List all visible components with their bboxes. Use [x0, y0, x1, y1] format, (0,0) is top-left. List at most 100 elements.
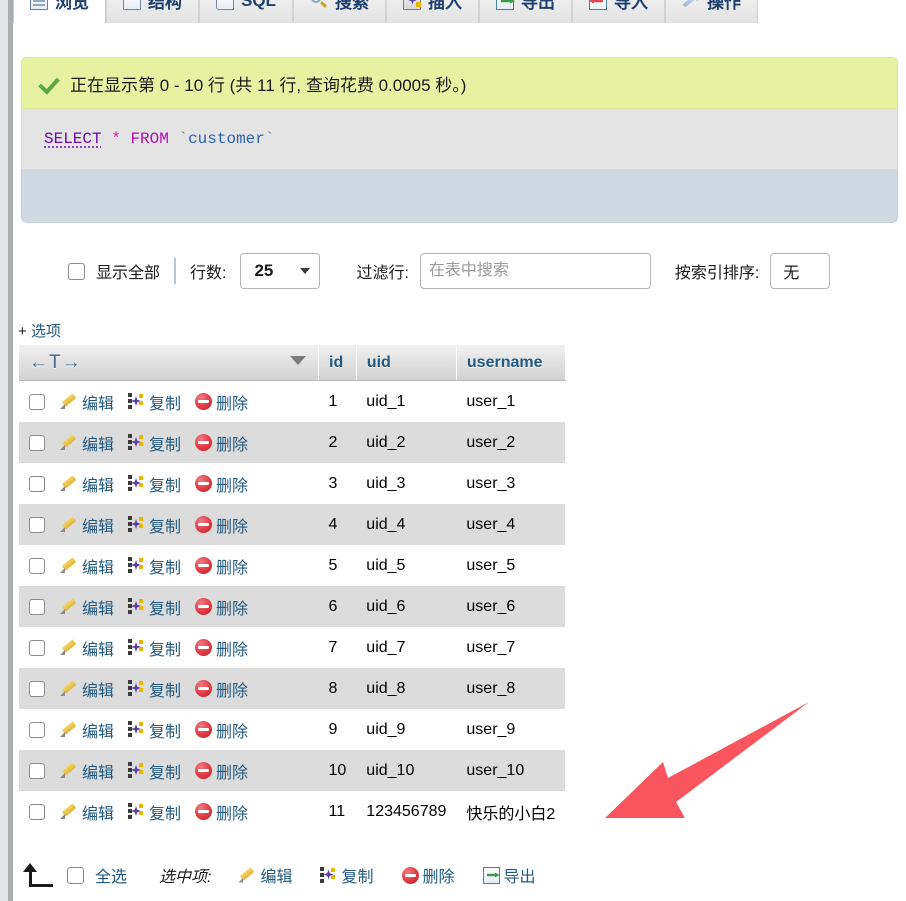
bulk-export-button[interactable]: 导出: [482, 863, 536, 887]
tab-import[interactable]: 导入: [571, 0, 665, 23]
select-all-checkbox[interactable]: [67, 866, 84, 884]
tab-sql[interactable]: SQL: [199, 0, 293, 23]
options-toggle-link[interactable]: + 选项: [18, 320, 61, 341]
cell-username[interactable]: user_7: [456, 627, 566, 668]
cell-username[interactable]: user_8: [456, 668, 566, 709]
cell-uid[interactable]: uid_2: [356, 422, 457, 463]
column-header-id[interactable]: id: [318, 345, 357, 381]
row-select-checkbox[interactable]: [29, 393, 45, 410]
row-delete-button[interactable]: 删除: [195, 595, 248, 619]
row-delete-button[interactable]: 删除: [195, 431, 248, 455]
row-select-checkbox[interactable]: [29, 721, 45, 738]
cell-username[interactable]: 快乐的小白2: [456, 791, 566, 832]
row-copy-button[interactable]: 复制: [128, 636, 181, 660]
cell-id[interactable]: 9: [318, 709, 357, 750]
sql-query-box[interactable]: SELECT * FROM `customer`: [21, 109, 898, 169]
cell-username[interactable]: user_1: [456, 380, 566, 422]
row-navigation-arrows[interactable]: ← T →: [29, 352, 308, 374]
row-select-checkbox[interactable]: [29, 598, 45, 615]
row-edit-button[interactable]: 编辑: [61, 800, 114, 824]
row-delete-button[interactable]: 删除: [195, 554, 248, 578]
row-edit-button[interactable]: 编辑: [61, 759, 114, 783]
row-copy-button[interactable]: 复制: [128, 513, 181, 537]
header-dropdown-caret-icon[interactable]: [290, 356, 306, 365]
cell-uid[interactable]: uid_10: [356, 750, 457, 791]
row-select-checkbox[interactable]: [29, 516, 45, 533]
cell-username[interactable]: user_5: [456, 545, 566, 586]
show-all-label[interactable]: 显示全部: [96, 259, 160, 283]
cell-id[interactable]: 3: [318, 463, 357, 504]
cell-id[interactable]: 1: [318, 380, 357, 422]
row-select-checkbox[interactable]: [29, 475, 45, 492]
cell-id[interactable]: 4: [318, 504, 357, 545]
cell-uid[interactable]: uid_9: [356, 709, 457, 750]
row-select-checkbox[interactable]: [29, 434, 45, 451]
tab-insert[interactable]: 插入: [385, 0, 479, 23]
row-copy-button[interactable]: 复制: [128, 390, 181, 414]
row-edit-button[interactable]: 编辑: [61, 554, 114, 578]
cell-id[interactable]: 10: [318, 750, 357, 791]
row-edit-button[interactable]: 编辑: [61, 595, 114, 619]
cell-username[interactable]: user_10: [456, 750, 566, 791]
row-edit-button[interactable]: 编辑: [61, 677, 114, 701]
cell-id[interactable]: 7: [318, 627, 357, 668]
cell-username[interactable]: user_9: [456, 709, 566, 750]
cell-username[interactable]: user_2: [456, 422, 566, 463]
row-copy-button[interactable]: 复制: [128, 595, 181, 619]
cell-id[interactable]: 6: [318, 586, 357, 627]
tab-operations[interactable]: 操作: [664, 0, 758, 23]
row-copy-button[interactable]: 复制: [128, 677, 181, 701]
cell-username[interactable]: user_6: [456, 586, 566, 627]
nav-left-arrow-icon[interactable]: ←: [29, 352, 48, 374]
cell-id[interactable]: 8: [318, 668, 357, 709]
row-delete-button[interactable]: 删除: [195, 513, 248, 537]
bulk-edit-button[interactable]: 编辑: [239, 863, 292, 887]
cell-uid[interactable]: uid_5: [356, 545, 457, 586]
row-delete-button[interactable]: 删除: [195, 636, 248, 660]
row-edit-button[interactable]: 编辑: [61, 513, 114, 537]
cell-uid[interactable]: uid_4: [356, 504, 457, 545]
row-delete-button[interactable]: 删除: [195, 677, 248, 701]
row-copy-button[interactable]: 复制: [128, 759, 181, 783]
tab-export[interactable]: 导出: [478, 0, 572, 23]
select-all-label[interactable]: 全选: [95, 863, 127, 887]
nav-t-icon[interactable]: T: [49, 352, 61, 374]
cell-uid[interactable]: uid_6: [356, 586, 457, 627]
row-delete-button[interactable]: 删除: [195, 718, 248, 742]
row-edit-button[interactable]: 编辑: [61, 472, 114, 496]
row-edit-button[interactable]: 编辑: [61, 636, 114, 660]
cell-username[interactable]: user_3: [456, 463, 566, 504]
cell-id[interactable]: 2: [318, 422, 357, 463]
cell-uid[interactable]: uid_1: [356, 380, 457, 422]
row-delete-button[interactable]: 删除: [195, 472, 248, 496]
tab-browse[interactable]: 浏览: [13, 0, 106, 23]
column-header-username[interactable]: username: [456, 345, 566, 381]
tab-search[interactable]: 搜索: [292, 0, 386, 23]
rows-per-page-select[interactable]: 25: [240, 253, 321, 289]
row-copy-button[interactable]: 复制: [128, 554, 181, 578]
row-copy-button[interactable]: 复制: [128, 718, 181, 742]
cell-id[interactable]: 11: [318, 791, 357, 832]
tab-structure[interactable]: 结构: [106, 0, 199, 23]
row-select-checkbox[interactable]: [29, 557, 45, 574]
sort-by-index-select[interactable]: 无: [770, 253, 831, 289]
show-all-checkbox[interactable]: [68, 262, 85, 280]
row-copy-button[interactable]: 复制: [128, 431, 181, 455]
cell-uid[interactable]: 123456789: [356, 791, 457, 832]
bulk-copy-button[interactable]: 复制: [320, 863, 374, 887]
bulk-delete-button[interactable]: 删除: [401, 863, 455, 887]
row-copy-button[interactable]: 复制: [128, 472, 181, 496]
row-delete-button[interactable]: 删除: [195, 759, 248, 783]
cell-uid[interactable]: uid_7: [356, 627, 457, 668]
row-select-checkbox[interactable]: [29, 762, 45, 779]
cell-username[interactable]: user_4: [456, 504, 566, 545]
nav-right-arrow-icon[interactable]: →: [62, 352, 81, 374]
row-select-checkbox[interactable]: [29, 803, 45, 820]
filter-rows-input[interactable]: [419, 253, 651, 289]
row-edit-button[interactable]: 编辑: [61, 390, 114, 414]
row-copy-button[interactable]: 复制: [128, 800, 181, 824]
row-select-checkbox[interactable]: [29, 680, 45, 697]
sql-keyword-select[interactable]: SELECT: [44, 130, 102, 148]
row-edit-button[interactable]: 编辑: [61, 718, 114, 742]
cell-id[interactable]: 5: [318, 545, 357, 586]
